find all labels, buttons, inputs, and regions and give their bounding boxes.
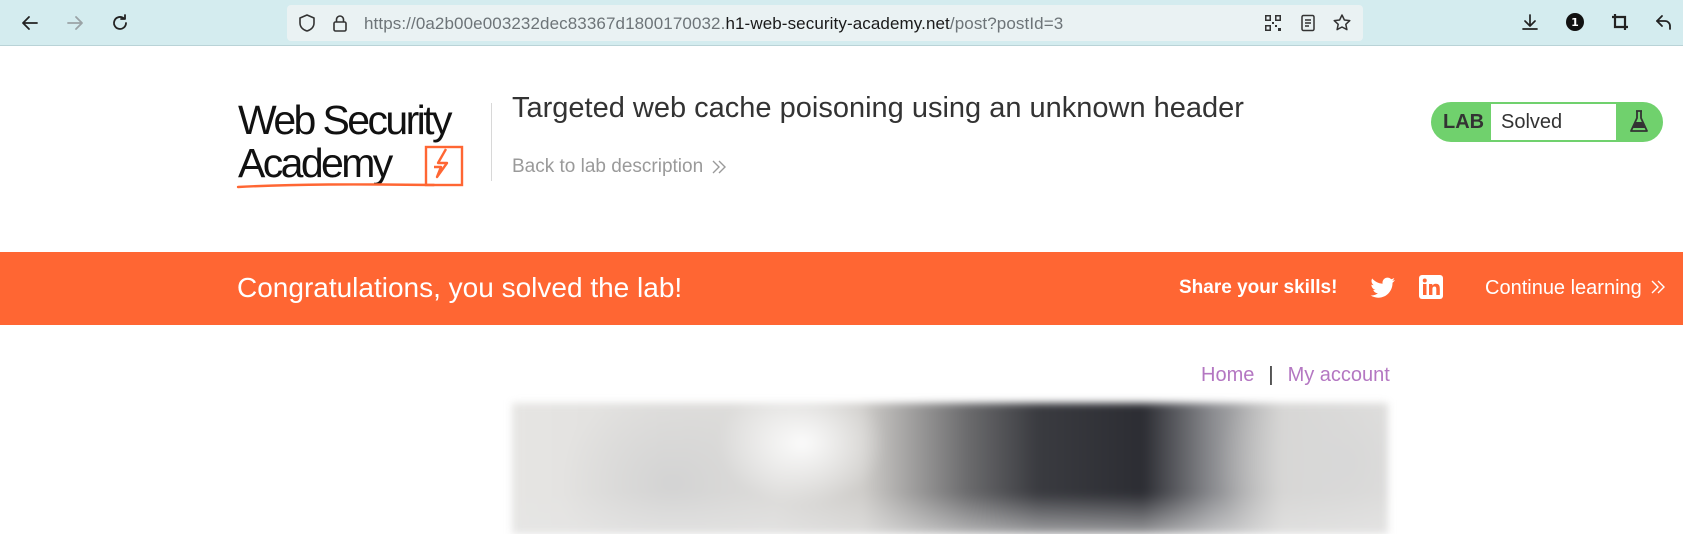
share-skills-label: Share your skills! xyxy=(1179,277,1338,298)
reader-view-icon[interactable] xyxy=(1298,13,1318,33)
lock-icon[interactable] xyxy=(330,13,350,33)
double-chevron-right-icon xyxy=(712,160,727,174)
shield-icon[interactable] xyxy=(297,13,317,33)
browser-toolbar: https://0a2b00e003232dec83367d1800170032… xyxy=(0,0,1683,46)
arrow-left-icon xyxy=(22,16,38,30)
back-button[interactable] xyxy=(15,8,45,38)
flask-icon xyxy=(1630,110,1648,132)
lab-status-widget: LAB Solved xyxy=(1431,102,1663,142)
extension-button[interactable]: 1 xyxy=(1561,8,1589,36)
crop-icon xyxy=(1612,14,1628,30)
address-bar[interactable]: https://0a2b00e003232dec83367d1800170032… xyxy=(287,5,1363,41)
blog-post-image xyxy=(512,403,1388,534)
double-chevron-right-icon xyxy=(1651,280,1666,294)
bookmark-star-icon[interactable] xyxy=(1332,13,1352,33)
lab-title: Targeted web cache poisoning using an un… xyxy=(512,92,1244,124)
arrow-right-icon xyxy=(67,16,83,30)
back-to-lab-description-link[interactable]: Back to lab description xyxy=(512,156,727,178)
back-link-label: Back to lab description xyxy=(512,156,704,177)
extension-badge: 1 xyxy=(1566,13,1584,31)
reload-button[interactable] xyxy=(105,8,135,38)
menu-button[interactable] xyxy=(1650,8,1678,36)
web-security-academy-logo[interactable]: Web Security Academy xyxy=(236,97,496,193)
downloads-button[interactable] xyxy=(1516,8,1544,36)
linkedin-icon[interactable] xyxy=(1419,275,1443,299)
forward-button[interactable] xyxy=(60,8,90,38)
twitter-icon[interactable] xyxy=(1370,277,1396,299)
crop-tool-button[interactable] xyxy=(1606,8,1634,36)
reload-icon xyxy=(113,14,127,30)
continue-learning-label: Continue learning xyxy=(1485,277,1642,299)
url-text: https://0a2b00e003232dec83367d1800170032… xyxy=(364,14,1063,34)
logo-line1: Web Security xyxy=(238,97,452,143)
reply-arrow-icon xyxy=(1656,15,1671,30)
my-account-link[interactable]: My account xyxy=(1288,364,1390,387)
home-link[interactable]: Home xyxy=(1201,364,1254,387)
logo-underline xyxy=(236,183,436,189)
qr-code-icon[interactable] xyxy=(1263,13,1283,33)
page-nav: Home | My account xyxy=(1201,364,1390,387)
lab-status-text: Solved xyxy=(1501,111,1563,133)
image-shade xyxy=(512,493,1388,534)
header-divider xyxy=(491,103,492,181)
lab-status-box: Solved xyxy=(1491,104,1616,140)
url-domain: h1-web-security-academy.net xyxy=(725,14,950,33)
url-prefix: https://0a2b00e003232dec83367d1800170032… xyxy=(364,14,726,33)
congratulations-banner: Congratulations, you solved the lab! Sha… xyxy=(0,252,1683,325)
lab-label: LAB xyxy=(1443,111,1485,133)
continue-learning-link[interactable]: Continue learning xyxy=(1485,277,1666,300)
download-icon xyxy=(1522,14,1538,30)
nav-separator: | xyxy=(1268,364,1274,386)
congratulations-message: Congratulations, you solved the lab! xyxy=(237,272,683,303)
url-path: /post?postId=3 xyxy=(949,14,1064,33)
